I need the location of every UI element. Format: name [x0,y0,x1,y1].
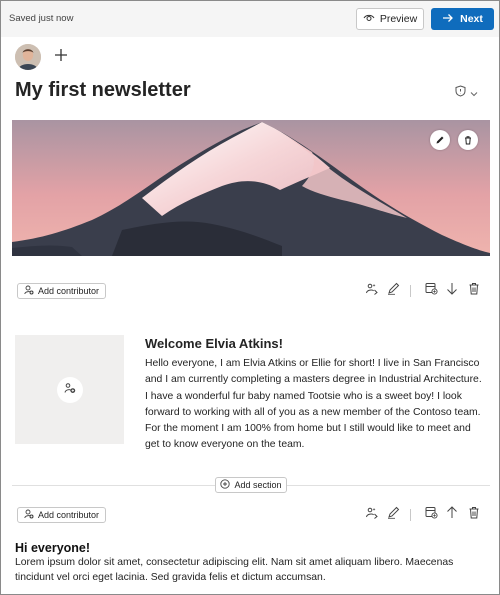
newsletter-title[interactable]: My first newsletter [15,79,191,102]
trash-icon [463,135,473,145]
design-ideas-button[interactable] [364,282,378,300]
pen-icon [387,506,400,524]
plus-circle-icon [220,479,231,491]
move-up-button[interactable] [445,506,459,524]
chevron-down-icon [470,84,478,102]
insert-section-button[interactable] [424,506,438,524]
next-button[interactable]: Next [431,8,494,30]
image-placeholder[interactable] [15,335,124,444]
design-ideas-button[interactable] [364,506,378,524]
top-bar: Saved just now Preview Next [1,1,499,37]
add-section-label: Add section [234,480,282,490]
arrow-up-icon [446,506,458,524]
preview-button[interactable]: Preview [356,8,424,30]
editor-window: Saved just now Preview Next My first new… [0,0,500,595]
save-status: Saved just now [9,13,74,24]
section-body-text[interactable]: Lorem ipsum dolor sit amet, consectetur … [15,556,493,585]
pencil-icon [435,135,445,145]
shield-icon [455,84,466,102]
rewrite-button[interactable] [386,506,400,524]
add-author-button[interactable] [51,46,71,66]
add-image-button[interactable] [57,377,83,403]
mountain-image [12,120,490,256]
layout-add-icon [425,506,438,524]
sensitivity-menu[interactable] [455,84,478,102]
rewrite-button[interactable] [386,282,400,300]
arrow-right-icon [442,13,454,26]
magic-icon [365,282,378,300]
add-contributor-button[interactable]: Add contributor [17,507,107,523]
person-add-icon [24,509,34,521]
trash-icon [468,282,480,300]
add-section-button[interactable]: Add section [215,477,287,493]
plus-icon [54,46,68,66]
avatar[interactable] [15,44,41,70]
edit-banner-button[interactable] [430,130,450,150]
delete-banner-button[interactable] [458,130,478,150]
toolbar-divider [410,509,411,521]
move-down-button[interactable] [445,282,459,300]
pen-icon [387,282,400,300]
next-label: Next [460,13,483,25]
layout-add-icon [425,282,438,300]
banner-image[interactable] [12,120,490,256]
magic-icon [365,506,378,524]
trash-icon [468,506,480,524]
section-heading[interactable]: Hi everyone! [15,541,90,555]
preview-label: Preview [379,13,418,25]
delete-section-button[interactable] [467,506,481,524]
person-add-icon [24,285,34,297]
add-contributor-label: Add contributor [38,286,100,296]
toolbar-divider [410,285,411,297]
delete-section-button[interactable] [467,282,481,300]
section-body-text[interactable]: Hello everyone, I am Elvia Atkins or Ell… [145,356,485,454]
add-contributor-label: Add contributor [38,510,100,520]
section-heading[interactable]: Welcome Elvia Atkins! [145,336,283,351]
arrow-down-icon [446,282,458,300]
eye-icon [363,13,375,26]
insert-section-button[interactable] [424,282,438,300]
image-add-icon [64,381,76,399]
add-contributor-button[interactable]: Add contributor [17,283,107,299]
